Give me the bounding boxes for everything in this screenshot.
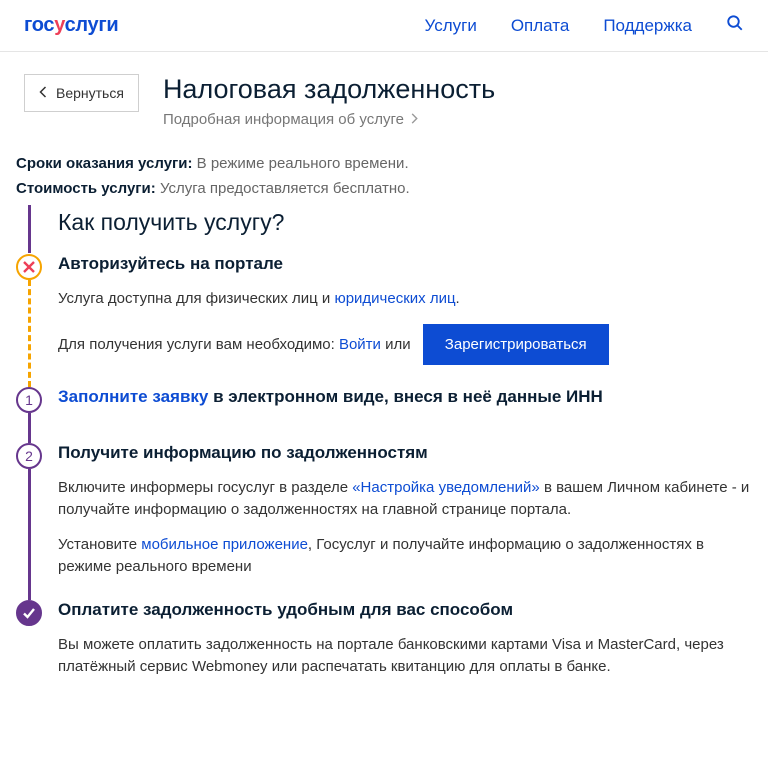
link-fill-application[interactable]: Заполните заявку (58, 387, 208, 406)
chevron-right-icon (410, 111, 418, 128)
step-fill-form: 1 Заполните заявку в электронном виде, в… (16, 387, 752, 443)
step-number-icon: 2 (16, 443, 42, 469)
link-legal-entities[interactable]: юридических лиц (334, 290, 455, 307)
step-title: Получите информацию по задолженностям (58, 443, 752, 463)
link-login[interactable]: Войти (339, 336, 381, 353)
connector (28, 413, 31, 443)
link-notification-settings[interactable]: «Настройка уведомлений» (352, 479, 540, 496)
nav-payment[interactable]: Оплата (511, 16, 569, 36)
connector (28, 469, 31, 600)
step-text: Услуга доступна для физических лиц и юри… (58, 288, 752, 310)
back-label: Вернуться (56, 85, 124, 101)
connector (16, 205, 42, 254)
check-icon (16, 600, 42, 626)
link-mobile-app[interactable]: мобильное приложение (141, 536, 308, 553)
detailed-info-link[interactable]: Подробная информация об услуге (163, 111, 418, 128)
nav-services[interactable]: Услуги (425, 16, 477, 36)
fact-label: Стоимость услуги: (16, 180, 156, 197)
logo-part: слуги (65, 14, 119, 36)
steps: Как получить услугу? Авторизуйтесь на по… (0, 205, 768, 723)
service-facts: Сроки оказания услуги: В режиме реальног… (0, 137, 768, 197)
chevron-left-icon (39, 85, 48, 101)
step-authorize: Авторизуйтесь на портале Услуга доступна… (16, 254, 752, 387)
step-pay: Оплатите задолженность удобным для вас с… (16, 600, 752, 700)
main-nav: Услуги Оплата Поддержка (425, 14, 744, 37)
step-get-info: 2 Получите информацию по задолженностям … (16, 443, 752, 600)
step-text: Установите мобильное приложение, Госуслу… (58, 534, 752, 578)
fact-value: В режиме реального времени. (197, 155, 409, 172)
step-title: Заполните заявку в электронном виде, вне… (58, 387, 752, 407)
step-text: Включите информеры госуслуг в разделе «Н… (58, 477, 752, 521)
page-title: Налоговая задолженность (163, 74, 495, 105)
fact-cost: Стоимость услуги: Услуга предоставляется… (16, 180, 752, 197)
title-row: Вернуться Налоговая задолженность Подроб… (0, 52, 768, 137)
cross-icon (16, 254, 42, 280)
search-icon[interactable] (726, 14, 744, 37)
step-title: Авторизуйтесь на портале (58, 254, 752, 274)
how-to-title: Как получить услугу? (58, 209, 284, 236)
fact-timing: Сроки оказания услуги: В режиме реальног… (16, 155, 752, 172)
logo-part: у (54, 14, 64, 36)
logo-part: гос (24, 14, 54, 36)
connector (28, 280, 31, 387)
title-block: Налоговая задолженность Подробная информ… (163, 74, 495, 129)
register-button[interactable]: Зарегистрироваться (423, 324, 609, 365)
logo[interactable]: госуслуги (24, 14, 118, 37)
nav-support[interactable]: Поддержка (603, 16, 692, 36)
step-text: Для получения услуги вам необходимо: Вой… (58, 324, 752, 365)
header: госуслуги Услуги Оплата Поддержка (0, 0, 768, 52)
step-text: Вы можете оплатить задолженность на порт… (58, 634, 752, 678)
fact-value: Услуга предоставляется бесплатно. (160, 180, 410, 197)
detailed-info-label: Подробная информация об услуге (163, 111, 404, 128)
fact-label: Сроки оказания услуги: (16, 155, 193, 172)
step-title: Оплатите задолженность удобным для вас с… (58, 600, 752, 620)
back-button[interactable]: Вернуться (24, 74, 139, 112)
step-number-icon: 1 (16, 387, 42, 413)
